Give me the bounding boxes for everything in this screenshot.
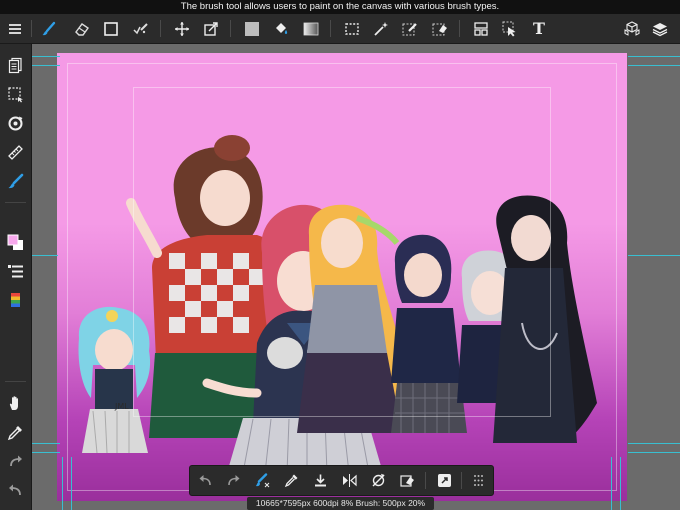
text-icon[interactable]: T [526, 14, 552, 43]
ruler-icon[interactable] [0, 139, 31, 165]
redo-icon[interactable] [0, 448, 31, 474]
tooltip: The brush tool allows users to paint on … [0, 0, 680, 14]
fill-color-icon[interactable] [239, 14, 265, 43]
canvas-area[interactable]: JML [32, 44, 680, 510]
toolbar-divider [160, 20, 161, 37]
brush-dropper-icon[interactable] [248, 466, 277, 495]
canvas-paper[interactable]: JML [57, 53, 627, 501]
eyedropper-icon[interactable] [277, 466, 306, 495]
crop-guide-line [628, 65, 680, 66]
crop-guide-line [628, 443, 680, 444]
save-icon[interactable] [306, 466, 335, 495]
crop-guide-line [611, 457, 612, 510]
eyedropper-icon[interactable] [0, 419, 31, 445]
pages-icon[interactable] [0, 52, 31, 78]
toolbar-divider [330, 20, 331, 37]
canvas-status-bar: 10665*7595px 600dpi 8% Brush: 500px 20% [247, 497, 434, 510]
left-sidebar [0, 44, 32, 510]
crop-guide-line [62, 457, 63, 510]
magic-wand-icon[interactable] [368, 14, 394, 43]
snap-icon[interactable] [468, 14, 494, 43]
center-guide-line [32, 255, 58, 256]
crop-guide-line [32, 65, 60, 66]
select-eraser-icon[interactable] [427, 14, 453, 43]
eraser-icon[interactable] [69, 14, 95, 43]
expand-icon[interactable] [430, 466, 459, 495]
gradient-icon[interactable] [298, 14, 324, 43]
clear-icon[interactable] [393, 466, 422, 495]
toolbar-divider [230, 20, 231, 37]
layers-icon[interactable] [647, 14, 673, 43]
rect-select-icon[interactable] [339, 14, 365, 43]
move-icon[interactable] [169, 14, 195, 43]
color-icon[interactable] [0, 229, 31, 255]
transform-icon[interactable] [198, 14, 224, 43]
toolbar-divider [461, 472, 462, 489]
sidebar-divider [5, 381, 26, 382]
toolbar-divider [459, 20, 460, 37]
shape-icon[interactable] [98, 14, 124, 43]
undo-icon[interactable] [0, 477, 31, 503]
top-toolbar: T [0, 14, 680, 44]
sidebar-divider [5, 202, 26, 203]
brush-stroke-icon[interactable] [0, 168, 31, 194]
crop-guide-line [32, 452, 60, 453]
undo-icon[interactable] [191, 466, 220, 495]
crop-guide-line [620, 457, 621, 510]
rotate-icon[interactable] [0, 110, 31, 136]
crop-guide-line [628, 452, 680, 453]
redo-icon[interactable] [219, 466, 248, 495]
crop-guide-line [32, 56, 60, 57]
edit-icon[interactable] [128, 14, 154, 43]
safe-area-inner [133, 87, 551, 417]
rotate-reset-icon[interactable] [364, 466, 393, 495]
palette-icon[interactable] [0, 287, 31, 313]
crop-guide-line [32, 443, 60, 444]
menu-icon[interactable] [2, 14, 28, 43]
flip-icon[interactable] [335, 466, 364, 495]
toolbar-divider [31, 20, 32, 37]
toolbar-divider [425, 472, 426, 489]
center-guide-line [628, 255, 680, 256]
brush-icon[interactable] [36, 14, 62, 43]
crop-guide-line [71, 457, 72, 510]
layer-list-icon[interactable] [0, 258, 31, 284]
select-pen-icon[interactable] [397, 14, 423, 43]
selection-icon[interactable] [0, 81, 31, 107]
bottom-toolbar [189, 465, 494, 496]
bucket-icon[interactable] [268, 14, 294, 43]
materials-icon[interactable] [619, 14, 645, 43]
crop-guide-line [628, 56, 680, 57]
pointer-icon[interactable] [497, 14, 523, 43]
grid-dots-icon[interactable] [464, 466, 493, 495]
hand-icon[interactable] [0, 390, 31, 416]
